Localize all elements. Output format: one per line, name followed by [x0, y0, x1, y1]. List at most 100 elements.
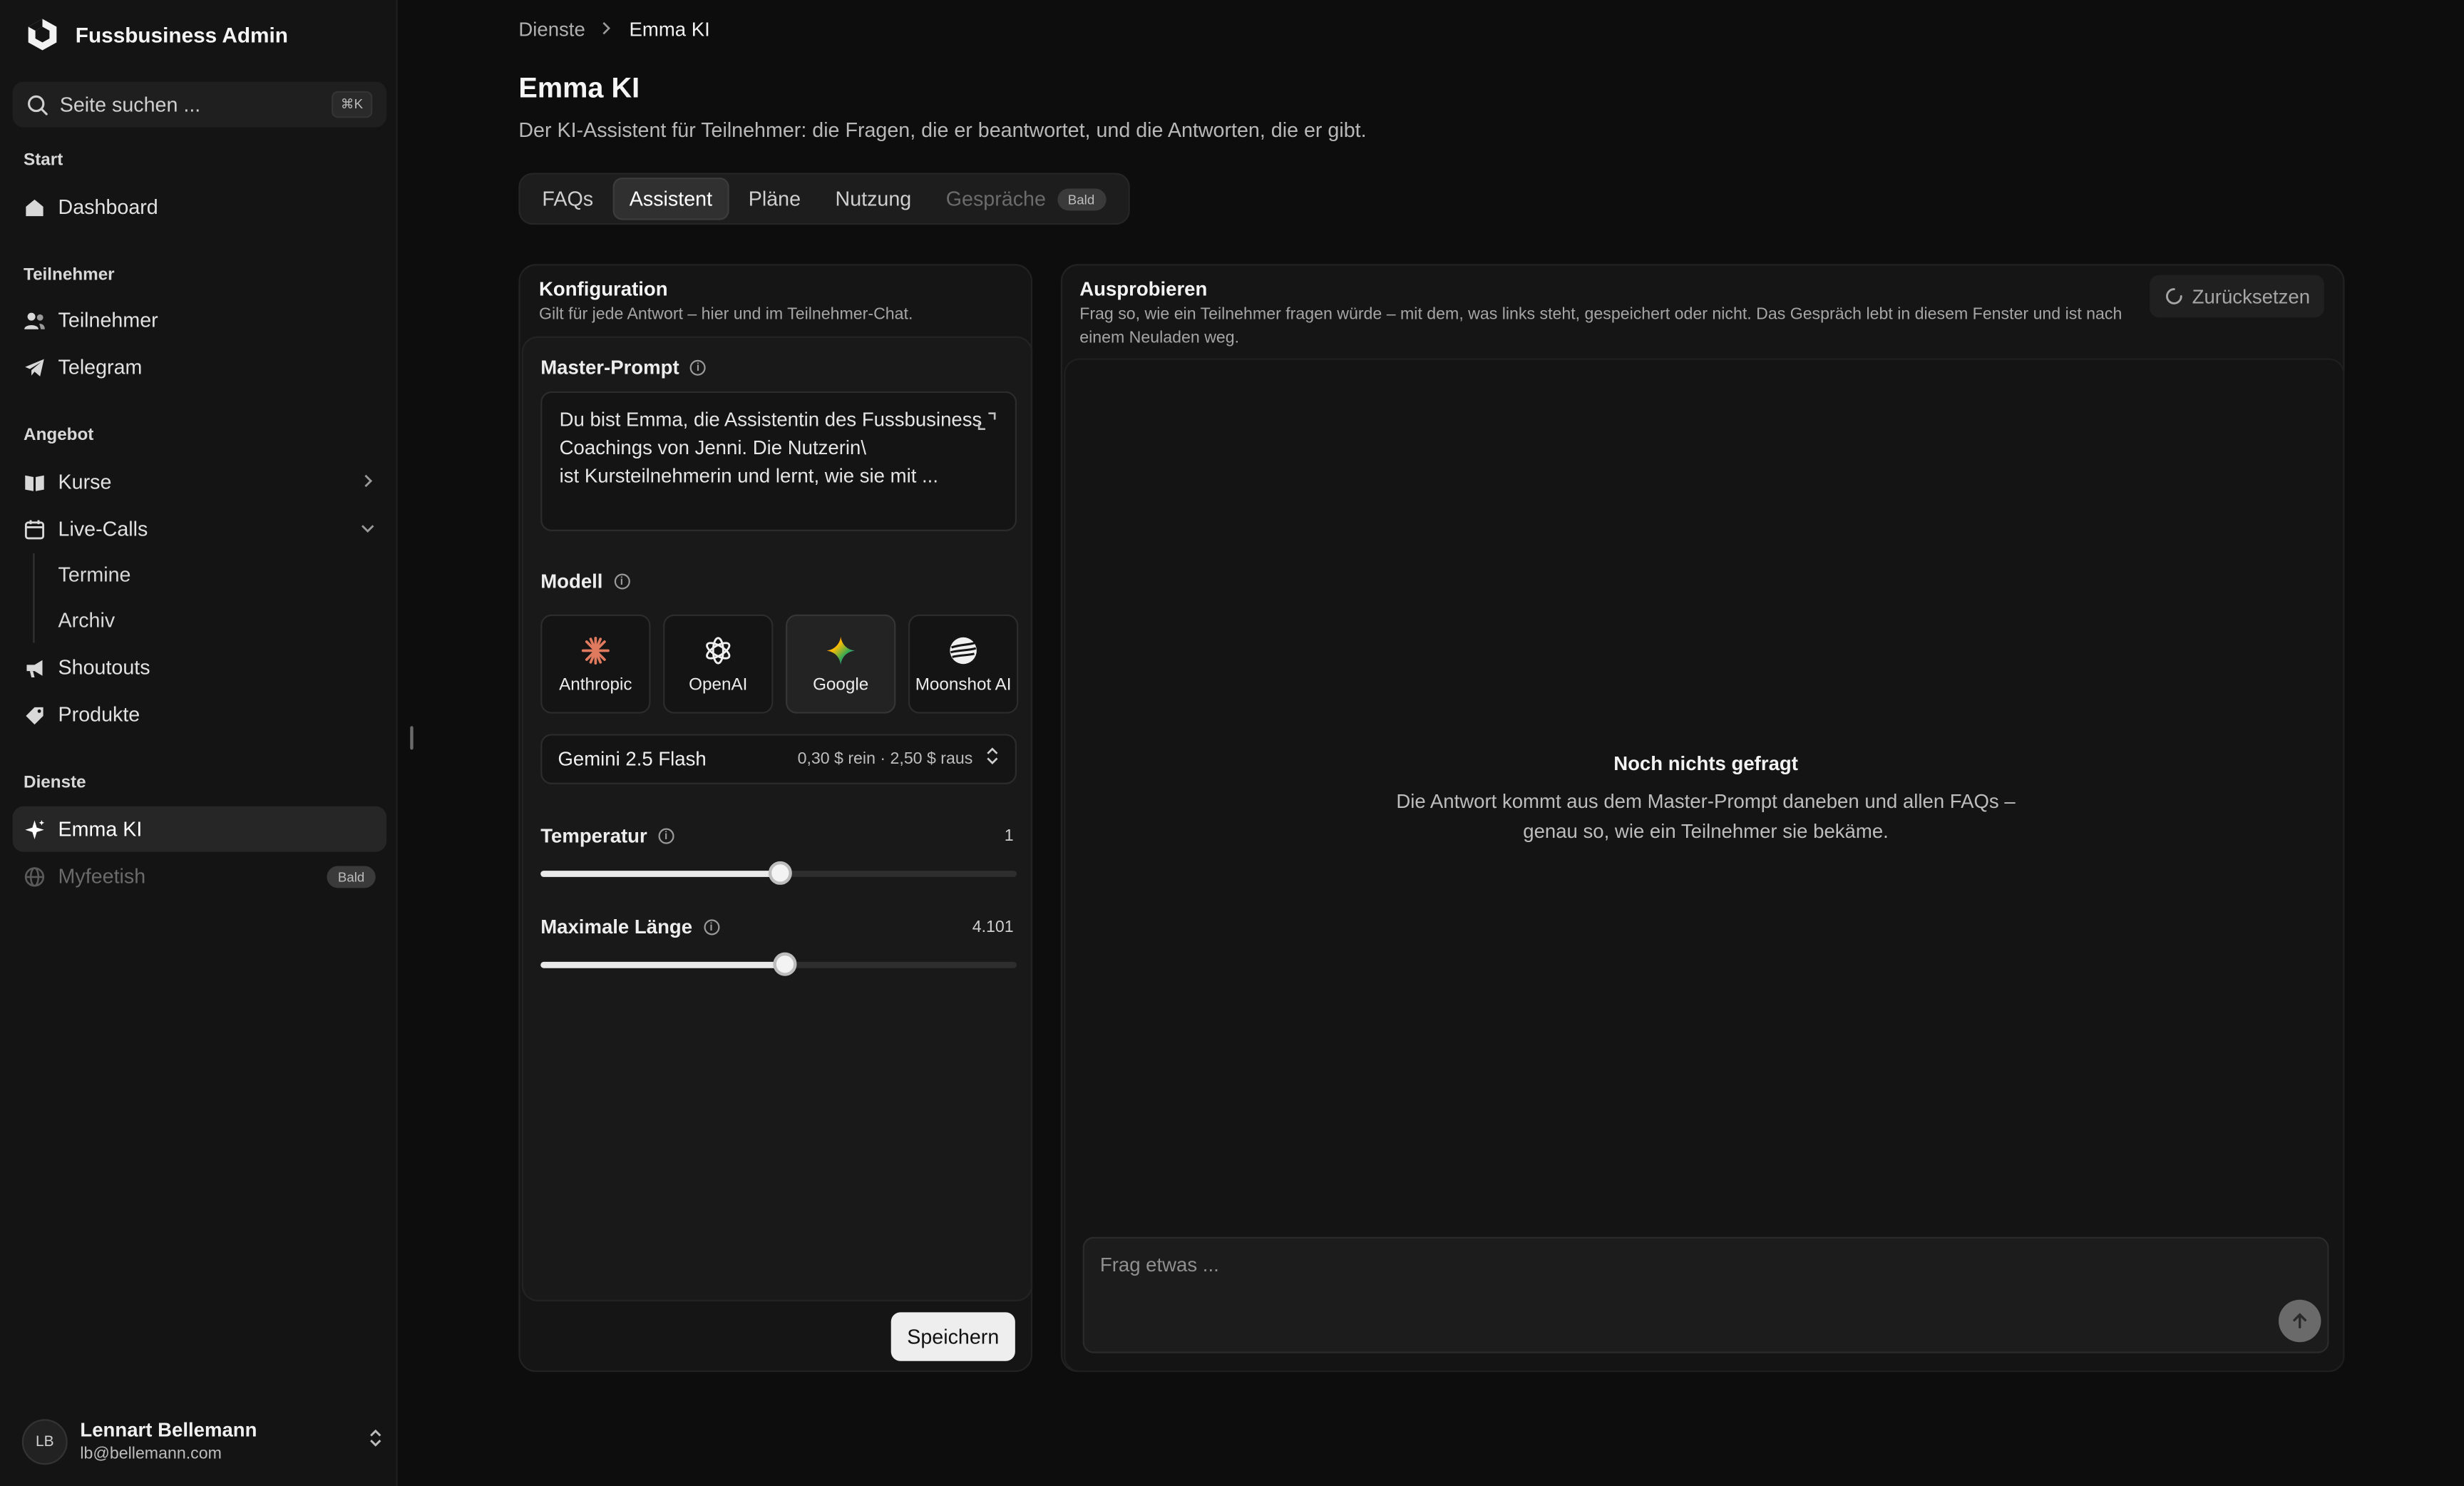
temperature-slider[interactable]: [540, 861, 1017, 885]
user-menu[interactable]: LB Lennart Bellemann lb@bellemann.com: [21, 1416, 384, 1467]
slider-fill: [540, 961, 784, 968]
chat-input[interactable]: Frag etwas ...: [1082, 1236, 2329, 1353]
moonshot-icon: [950, 636, 977, 664]
max-length-value: 4.101: [972, 918, 1014, 937]
search-input[interactable]: Seite suchen ...: [60, 93, 321, 116]
tab-plaene[interactable]: Pläne: [733, 179, 816, 218]
tab-nutzung[interactable]: Nutzung: [819, 179, 927, 218]
sidebar-resize-handle[interactable]: [410, 726, 414, 750]
empty-state-title: Noch nichts gefragt: [1613, 752, 1798, 775]
card-subtitle: Gilt für jede Antwort – hier und im Teil…: [539, 304, 913, 324]
chevron-down-icon: [360, 517, 376, 540]
card-subtitle: Frag so, wie ein Teilnehmer fragen würde…: [1079, 304, 2122, 347]
configuration-form: Master-Prompt i Du bist Emma, die Assist…: [521, 336, 1033, 1301]
sidebar-item-shoutouts[interactable]: Shoutouts: [13, 645, 387, 690]
search-box[interactable]: Seite suchen ... ⌘K: [12, 81, 387, 128]
sidebar-subitem-termine[interactable]: Termine: [58, 563, 131, 586]
arrow-up-icon: [2293, 1313, 2307, 1329]
page-title: Emma KI: [518, 72, 640, 104]
anthropic-icon: [581, 635, 610, 664]
group-label-teilnehmer: Teilnehmer: [24, 265, 115, 285]
sidebar-item-label: Teilnehmer: [58, 308, 158, 332]
temperature-value: 1: [1004, 826, 1014, 846]
max-length-slider[interactable]: [540, 952, 1017, 976]
gemini-icon: [826, 635, 856, 665]
expand-icon[interactable]: [977, 411, 996, 431]
tab-bar: FAQs Assistent Pläne Nutzung Gespräche B…: [518, 173, 1129, 225]
group-label-start: Start: [24, 150, 63, 170]
sidebar-item-label: Dashboard: [58, 195, 158, 219]
chevron-up-down-icon: [985, 745, 1000, 774]
sidebar-item-kurse[interactable]: Kurse: [13, 459, 387, 505]
page-subtitle: Der KI-Assistent für Teilnehmer: die Fra…: [518, 118, 1367, 142]
label-text: Maximale Länge: [540, 916, 693, 938]
temperature-label: Temperatur i: [540, 825, 674, 847]
card-title: Ausprobieren: [1079, 278, 1208, 300]
provider-picker: Anthropic OpenAI Google Moonshot AI: [540, 614, 1019, 714]
tab-assistent[interactable]: Assistent: [612, 178, 730, 220]
megaphone-icon: [24, 656, 46, 678]
slider-thumb[interactable]: [767, 861, 791, 885]
slider-fill: [540, 871, 779, 877]
search-icon: [28, 94, 48, 115]
sidebar-item-teilnehmer[interactable]: Teilnehmer: [13, 297, 387, 343]
sidebar-item-label: Telegram: [58, 355, 143, 379]
model-select[interactable]: Gemini 2.5 Flash 0,30 $ rein · 2,50 $ ra…: [540, 734, 1017, 784]
globe-icon: [24, 865, 46, 887]
tag-icon: [24, 703, 46, 725]
soon-badge: Bald: [1057, 188, 1106, 210]
app-logo-icon: [28, 19, 57, 51]
user-email: lb@bellemann.com: [80, 1444, 222, 1464]
app-name: Fussbusiness Admin: [75, 22, 288, 47]
master-prompt-label: Master-Prompt i: [540, 357, 707, 379]
sidebar-item-emma-ki[interactable]: Emma KI: [12, 806, 387, 852]
user-name: Lennart Bellemann: [80, 1419, 257, 1442]
sidebar-item-myfeetish[interactable]: Myfeetish Bald: [13, 854, 387, 899]
search-shortcut: ⌘K: [331, 91, 373, 118]
submenu-guide-line: [33, 553, 35, 643]
sidebar-item-label: Emma KI: [58, 817, 143, 841]
tab-label: Gespräche: [945, 187, 1046, 211]
sidebar-item-label: Shoutouts: [58, 655, 150, 680]
sparkles-icon: [24, 818, 46, 840]
reset-button[interactable]: Zurücksetzen: [2150, 275, 2324, 318]
openai-icon: [706, 636, 731, 664]
sidebar-item-dashboard[interactable]: Dashboard: [13, 184, 387, 230]
breadcrumb: Dienste Emma KI: [518, 19, 709, 41]
tab-faqs[interactable]: FAQs: [526, 179, 609, 218]
provider-anthropic[interactable]: Anthropic: [540, 614, 651, 714]
provider-label: OpenAI: [689, 675, 748, 695]
provider-openai[interactable]: OpenAI: [663, 614, 774, 714]
soon-badge: Bald: [327, 865, 376, 888]
max-length-label: Maximale Länge i: [540, 916, 719, 938]
sidebar-subitem-archiv[interactable]: Archiv: [58, 608, 115, 632]
sidebar-item-live-calls[interactable]: Live-Calls: [13, 506, 387, 552]
master-prompt-textarea[interactable]: Du bist Emma, die Assistentin des Fussbu…: [540, 391, 1017, 531]
save-button[interactable]: Speichern: [890, 1312, 1015, 1361]
provider-moonshot[interactable]: Moonshot AI: [908, 614, 1019, 714]
slider-thumb[interactable]: [772, 952, 796, 976]
provider-label: Anthropic: [559, 675, 632, 695]
playground-card: Ausprobieren Frag so, wie ein Teilnehmer…: [1060, 264, 2345, 1373]
model-price: 0,30 $ rein · 2,50 $ raus: [797, 749, 973, 769]
info-icon[interactable]: i: [613, 573, 630, 590]
info-icon[interactable]: i: [703, 919, 719, 936]
group-label-angebot: Angebot: [24, 426, 94, 445]
chevron-right-icon: [601, 19, 614, 41]
chat-area: Noch nichts gefragt Die Antwort kommt au…: [1064, 358, 2345, 1373]
breadcrumb-parent[interactable]: Dienste: [518, 19, 585, 41]
send-button[interactable]: [2278, 1299, 2321, 1343]
info-icon[interactable]: i: [658, 828, 674, 844]
group-label-dienste: Dienste: [24, 773, 86, 792]
brand[interactable]: Fussbusiness Admin: [25, 17, 288, 51]
info-icon[interactable]: i: [690, 359, 707, 376]
tab-gespraeche: Gespräche Bald: [930, 179, 1121, 218]
breadcrumb-current: Emma KI: [629, 19, 710, 41]
provider-google[interactable]: Google: [786, 614, 896, 714]
provider-label: Moonshot AI: [915, 675, 1012, 695]
empty-state-subtitle: Die Antwort kommt aus dem Master-Prompt …: [1396, 790, 2016, 842]
sidebar-item-label: Produkte: [58, 702, 140, 727]
sidebar-item-produkte[interactable]: Produkte: [13, 692, 387, 737]
sidebar-item-telegram[interactable]: Telegram: [13, 344, 387, 390]
configuration-card: Konfiguration Gilt für jede Antwort – hi…: [518, 264, 1033, 1373]
